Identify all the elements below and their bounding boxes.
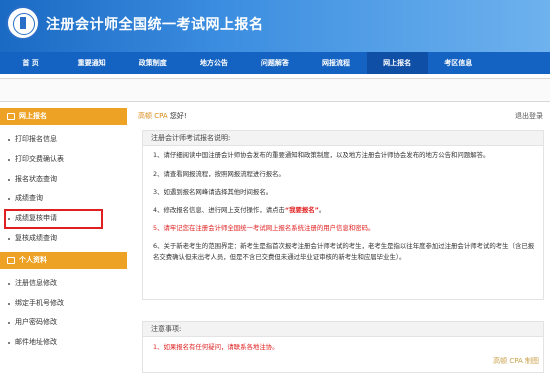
user-name: 高顿 CPA [138, 112, 168, 120]
bullet-icon [8, 139, 10, 141]
nav-faq[interactable]: 问题解答 [244, 52, 305, 74]
sidebar-section-title: 网上报名 [19, 112, 47, 120]
sidebar-section-title: 个人资料 [19, 255, 47, 264]
notice-item-6: 6、关于新老考生的范围界定：新考生是指首次报考注册会计师考试的考生，老考生是指以… [153, 241, 535, 262]
sidebar-item-label: 邮件地址修改 [15, 338, 57, 347]
notice-item-4-text: 4、修改报名信息、进行网上支付操作，请点击 [153, 205, 285, 214]
sidebar-item-label: 成绩复核申请 [15, 214, 57, 223]
site-title: 注册会计师全国统一考试网上报名 [46, 17, 264, 33]
sidebar-item-label: 打印交费确认表 [15, 154, 64, 163]
site-header: 注册会计师全国统一考试网上报名 [0, 0, 550, 52]
sidebar-item-label: 用户密码修改 [15, 318, 57, 327]
attention-panel: 注意事项: 1、如果报名有任何疑问，请联系各地注协。 高顿 CPA 制图 [142, 321, 544, 373]
notice-item-4: 4、修改报名信息、进行网上支付操作，请点击“我要报名”。 [153, 205, 535, 216]
registration-notice-panel: 注册会计师考试报名说明: 1、请仔细阅读中国注册会计师协会发布的重要通知和政策制… [142, 130, 544, 300]
sidebar-item-label: 打印报名信息 [15, 135, 57, 143]
main-content: 高顿 CPA 您好! 退出登录 注册会计师考试报名说明: 1、请仔细阅读中国注册… [134, 108, 550, 373]
sidebar-item-label: 复核成绩查询 [15, 233, 57, 242]
sub-banner [0, 78, 550, 102]
nav-home[interactable]: 首 页 [0, 52, 61, 74]
sidebar-item-registration-status[interactable]: 报名状态查询 [0, 170, 127, 190]
bullet-icon [8, 218, 10, 221]
notice-item-4-end: 。 [318, 205, 326, 214]
bullet-icon [8, 302, 10, 305]
greeting-bar: 高顿 CPA 您好! 退出登录 [134, 108, 550, 125]
main-nav: 首 页 重要通知 政策制度 地方公告 问题解答 网报流程 网上报名 考区信息 [0, 52, 550, 74]
sidebar-item-label: 报名状态查询 [15, 174, 57, 183]
sidebar-item-print-registration[interactable]: 打印报名信息 [0, 130, 127, 150]
monitor-icon [7, 113, 15, 120]
greeting-text: 您好! [167, 112, 187, 120]
bullet-icon [8, 237, 10, 240]
sidebar-item-edit-password[interactable]: 用户密码修改 [0, 313, 127, 333]
sidebar-section-online-registration: 网上报名 [0, 108, 127, 125]
sidebar-section-personal-info: 个人资料 [0, 251, 127, 269]
attention-item-1: 1、如果报名有任何疑问，请联系各地注协。 [153, 343, 279, 351]
bullet-icon [8, 282, 10, 285]
notice-item-1: 1、请仔细阅读中国注册会计师协会发布的重要通知和政策制度，以及地方注册会计师协会… [153, 151, 490, 159]
sidebar-item-label: 绑定手机号修改 [15, 298, 64, 307]
sidebar-item-edit-phone[interactable]: 绑定手机号修改 [0, 294, 127, 314]
sidebar-item-label: 注册信息修改 [15, 278, 57, 287]
bullet-icon [8, 342, 10, 345]
bullet-icon [8, 322, 10, 325]
bullet-icon [8, 178, 10, 181]
notice-item-3: 3、如遇到报名网峰请选择其他时间报名。 [153, 187, 273, 196]
sidebar-item-score-review-application[interactable]: 成绩复核申请 [4, 209, 103, 229]
nav-important-notice[interactable]: 重要通知 [61, 52, 122, 74]
sidebar-item-label: 成绩查询 [15, 194, 43, 203]
notice-item-5: 5、请牢记您在注册会计师全国统一考试网上报名系统注册的用户信息和密码。 [153, 223, 375, 232]
nav-policy[interactable]: 政策制度 [122, 52, 183, 74]
bullet-icon [8, 198, 10, 201]
profile-icon [7, 256, 15, 264]
register-link[interactable]: “我要报名” [285, 206, 319, 214]
attention-title: 注意事项: [143, 322, 543, 337]
sidebar-item-print-payment-confirmation[interactable]: 打印交费确认表 [0, 150, 127, 170]
sidebar-item-edit-registration-info[interactable]: 注册信息修改 [0, 274, 127, 294]
watermark: 高顿 CPA 制图 [493, 357, 539, 365]
bullet-icon [8, 158, 10, 161]
notice-item-2: 2、请查看网报流程，按照网报流程进行报名。 [153, 169, 285, 178]
sidebar-item-score-query[interactable]: 成绩查询 [0, 189, 127, 209]
nav-exam-area-info[interactable]: 考区信息 [428, 52, 489, 74]
sidebar-item-edit-email[interactable]: 邮件地址修改 [0, 333, 127, 353]
nav-registration-process[interactable]: 网报流程 [305, 52, 366, 74]
sidebar-item-review-score-query[interactable]: 复核成绩查询 [0, 229, 127, 249]
nav-local-announcements[interactable]: 地方公告 [183, 52, 244, 74]
logout-link[interactable]: 退出登录 [515, 108, 543, 125]
cicpa-logo-icon [6, 6, 40, 40]
nav-online-registration[interactable]: 网上报名 [366, 52, 428, 74]
sidebar: 网上报名 打印报名信息 打印交费确认表 报名状态查询 成绩查询 成绩复核申请 复… [0, 108, 127, 373]
notice-title: 注册会计师考试报名说明: [143, 131, 543, 146]
